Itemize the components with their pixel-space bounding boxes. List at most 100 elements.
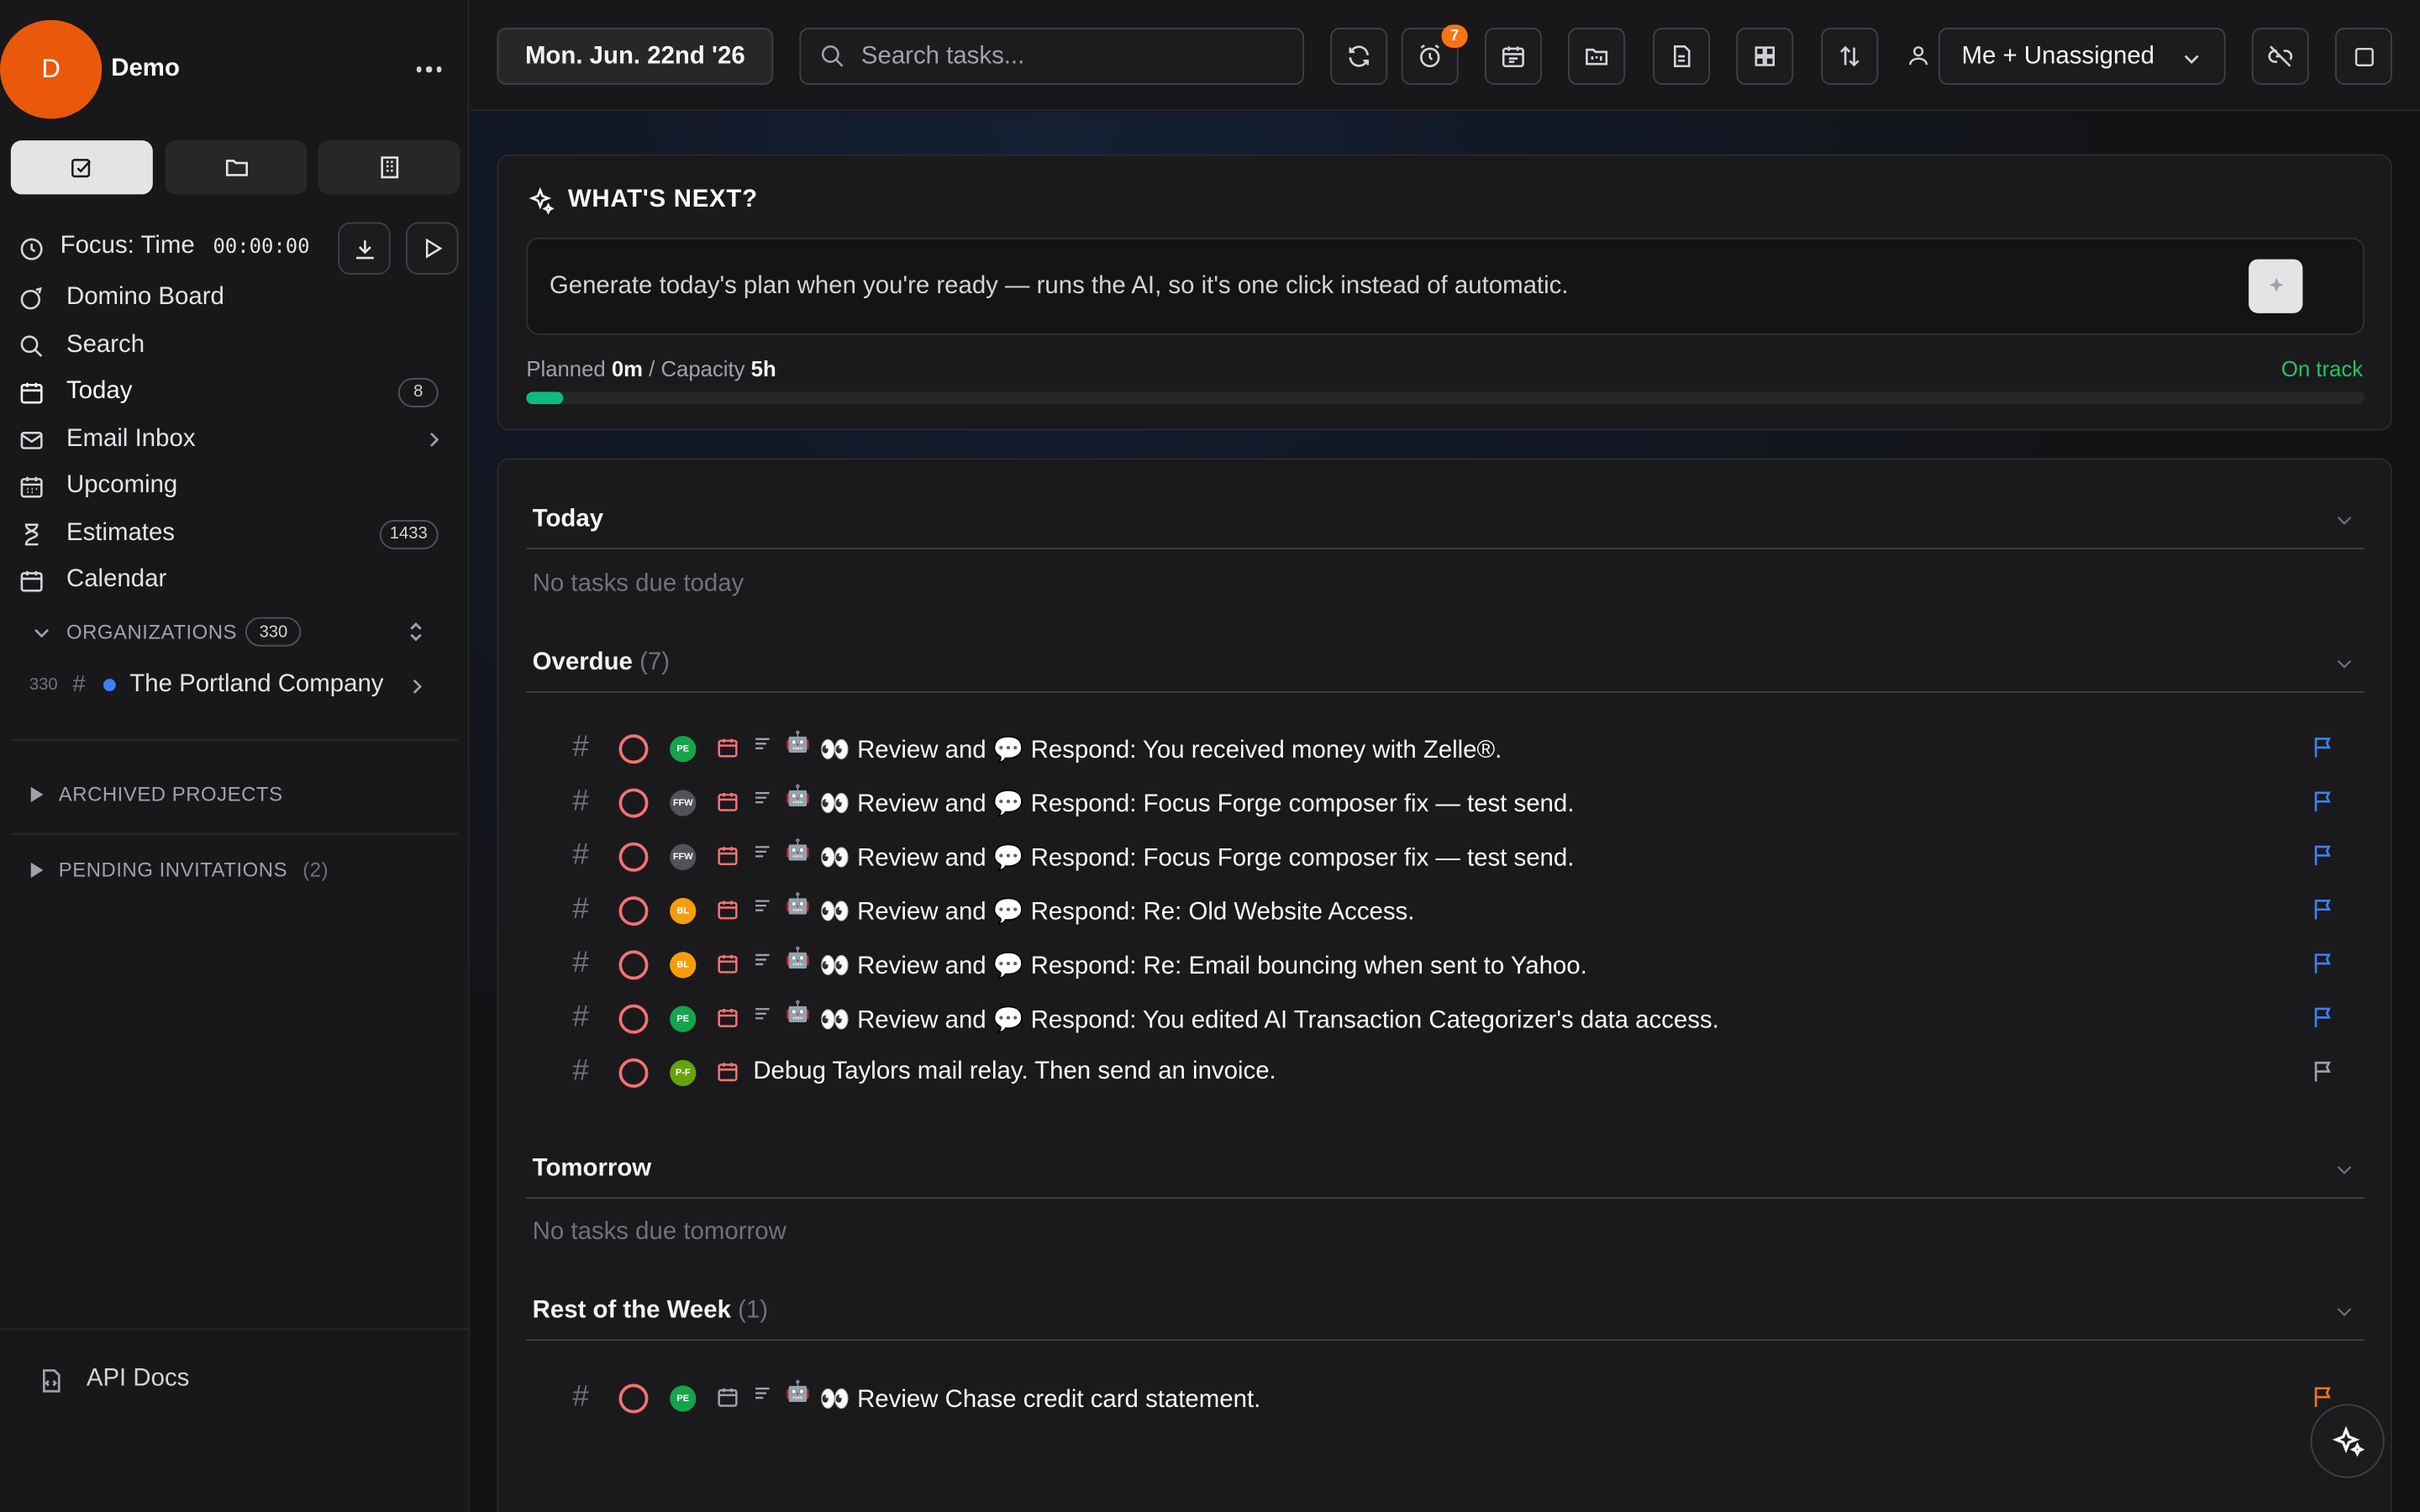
task-title[interactable]: 👀 Review and 💬 Respond: You received mon… [819, 734, 1502, 765]
nav-estimates[interactable]: Estimates 1433 [0, 511, 469, 557]
calendar-icon[interactable] [716, 1060, 739, 1084]
eyes-icon: 👀 [819, 791, 850, 818]
archived-projects-toggle[interactable]: ARCHIVED PROJECTS [30, 782, 283, 806]
org-item-portland[interactable]: 330 # The Portland Company [28, 668, 445, 701]
start-timer-button[interactable] [406, 222, 459, 275]
document-view-button[interactable] [1653, 28, 1711, 86]
task-row[interactable]: # BL 🤖 👀 Review and 💬 Respond: Re: Old W… [526, 884, 2365, 936]
group-header-today[interactable]: Today [526, 491, 2365, 549]
task-row[interactable]: # P-F Debug Taylors mail relay. Then sen… [526, 1046, 2365, 1098]
hash-icon[interactable]: # [572, 948, 588, 981]
workspace-avatar[interactable]: D [0, 19, 103, 119]
nav-upcoming[interactable]: Upcoming [0, 463, 469, 509]
archived-label: ARCHIVED PROJECTS [58, 782, 283, 806]
calendar-icon[interactable] [716, 1006, 739, 1030]
task-row[interactable]: # PE 🤖 👀 Review and 💬 Respond: You edite… [526, 992, 2365, 1044]
task-row[interactable]: # BL 🤖 👀 Review and 💬 Respond: Re: Email… [526, 938, 2365, 990]
flag-icon[interactable] [2311, 789, 2337, 815]
date-picker-button[interactable]: Mon. Jun. 22nd '26 [497, 28, 774, 86]
chevron-down-icon [2184, 55, 2199, 64]
project-view-button[interactable] [1568, 28, 1626, 86]
view-tab-projects[interactable] [165, 140, 308, 195]
task-title[interactable]: 👀 Review Chase credit card statement. [819, 1384, 1260, 1415]
toggle-panel-button[interactable] [2334, 28, 2392, 86]
task-row[interactable]: # FFW 🤖 👀 Review and 💬 Respond: Focus Fo… [526, 830, 2365, 882]
robot-icon: 🤖 [785, 729, 811, 753]
view-tab-organizations[interactable] [318, 140, 460, 195]
download-button[interactable] [338, 222, 391, 275]
complete-checkbox[interactable] [618, 1004, 649, 1034]
eyes-icon: 👀 [819, 737, 850, 764]
task-title[interactable]: Debug Taylors mail relay. Then send an i… [753, 1058, 1276, 1086]
task-row[interactable]: # PE 🤖 👀 Review and 💬 Respond: You recei… [526, 722, 2365, 774]
view-tab-tasks[interactable] [10, 140, 153, 195]
refresh-button[interactable] [1330, 28, 1388, 86]
group-header-overdue[interactable]: Overdue (7) [526, 634, 2365, 693]
more-options-icon[interactable] [411, 51, 448, 88]
hash-icon[interactable]: # [572, 732, 588, 765]
nav-email-inbox[interactable]: Email Inbox [0, 417, 469, 463]
api-docs-link[interactable]: API Docs [37, 1364, 345, 1398]
task-title[interactable]: 👀 Review and 💬 Respond: Re: Email bounci… [819, 950, 1586, 981]
calendar-icon[interactable] [716, 952, 739, 975]
flag-icon[interactable] [2311, 896, 2337, 922]
flag-icon[interactable] [2311, 843, 2337, 869]
hash-icon[interactable]: # [572, 839, 588, 873]
organizations-header[interactable]: ORGANIZATIONS 330 [31, 617, 448, 648]
workspace-name[interactable]: Demo [111, 55, 180, 83]
nav-search[interactable]: Search [0, 323, 469, 369]
sort-button[interactable] [1821, 28, 1879, 86]
task-title[interactable]: 👀 Review and 💬 Respond: You edited AI Tr… [819, 1005, 1718, 1036]
complete-checkbox[interactable] [618, 734, 649, 764]
calendar-icon[interactable] [716, 1385, 739, 1409]
unlink-button[interactable] [2251, 28, 2309, 86]
hash-icon[interactable]: # [572, 1055, 588, 1089]
calendar-icon[interactable] [716, 844, 739, 868]
reminders-button[interactable]: 7 [1401, 24, 1468, 86]
focus-label: Focus: Time [60, 233, 195, 260]
task-respond-text: Respond: Focus Forge composer fix — test… [1030, 791, 1575, 818]
refresh-icon [1349, 45, 1369, 67]
calendar-view-button[interactable] [1484, 28, 1542, 86]
flag-icon[interactable] [2311, 734, 2337, 760]
calendar-icon[interactable] [716, 790, 739, 813]
complete-checkbox[interactable] [618, 896, 649, 927]
task-review-text: Review and [857, 899, 986, 927]
complete-checkbox[interactable] [618, 842, 649, 872]
assignee-filter-dropdown[interactable]: Me + Unassigned [1938, 28, 2226, 86]
nav-domino-board[interactable]: Domino Board [0, 275, 469, 321]
group-header-tomorrow[interactable]: Tomorrow [526, 1140, 2365, 1200]
complete-checkbox[interactable] [618, 1058, 649, 1088]
task-row[interactable]: # FFW 🤖 👀 Review and 💬 Respond: Focus Fo… [526, 776, 2365, 828]
sort-toggle-icon[interactable] [404, 619, 428, 645]
nav-today[interactable]: Today 8 [0, 369, 469, 415]
hash-icon[interactable]: # [572, 893, 588, 927]
nav-calendar[interactable]: Calendar [0, 557, 469, 603]
calendar-icon[interactable] [716, 898, 739, 921]
calendar-icon[interactable] [716, 736, 739, 759]
task-respond-text: Respond: You received money with Zelle®. [1030, 737, 1502, 764]
task-row[interactable]: # PE 🤖 👀 Review Chase credit card statem… [526, 1372, 2365, 1424]
nav-label: Email Inbox [66, 425, 196, 453]
organizations-count: 330 [245, 617, 302, 647]
complete-checkbox[interactable] [618, 1383, 649, 1414]
complete-checkbox[interactable] [618, 950, 649, 980]
complete-checkbox[interactable] [618, 788, 649, 818]
generate-plan-button[interactable] [2249, 259, 2303, 313]
flag-icon[interactable] [2311, 950, 2337, 976]
flag-icon[interactable] [2311, 1005, 2337, 1031]
flag-icon[interactable] [2311, 1058, 2337, 1084]
hash-icon[interactable]: # [572, 1001, 588, 1035]
hash-icon[interactable]: # [572, 785, 588, 819]
search-input[interactable]: Search tasks... [799, 28, 1305, 86]
description-icon [755, 1387, 770, 1399]
chevron-down-icon [2337, 659, 2352, 669]
task-title[interactable]: 👀 Review and 💬 Respond: Focus Forge comp… [819, 789, 1574, 820]
task-title[interactable]: 👀 Review and 💬 Respond: Re: Old Website … [819, 896, 1414, 927]
ai-assistant-button[interactable] [2310, 1404, 2385, 1478]
pending-invitations-toggle[interactable]: PENDING INVITATIONS (2) [30, 858, 329, 881]
task-title[interactable]: 👀 Review and 💬 Respond: Focus Forge comp… [819, 843, 1574, 874]
hash-icon[interactable]: # [572, 1381, 588, 1415]
group-header-rest-of-week[interactable]: Rest of the Week (1) [526, 1282, 2365, 1341]
grid-view-button[interactable] [1736, 28, 1794, 86]
